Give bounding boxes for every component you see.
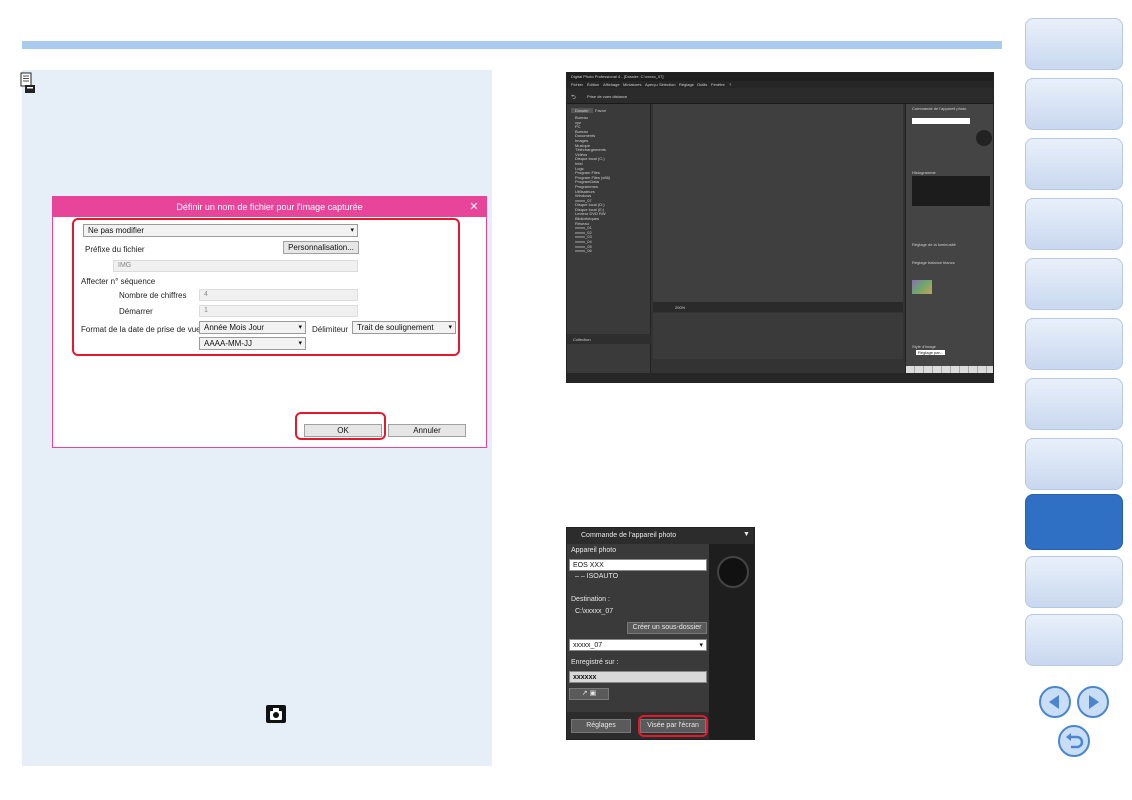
camera-icon [266,705,286,723]
folder-select-value: xxxxx_07 [573,642,603,649]
saved-on-label: Enregistré sur : [571,659,619,666]
folder-select[interactable]: xxxxx_07 ▾ [569,639,707,651]
create-subfolder-button[interactable]: Créer un sous-dossier [627,622,707,634]
color-wheel[interactable] [912,280,932,294]
nav-button-11[interactable] [1025,614,1123,666]
tree-item[interactable]: xxxxx_06 [575,249,649,254]
iso-readout: – – ISOAUTO [575,573,619,580]
folder-panel: Dossier Favori Bureau xyz PC Bureau Document… [567,104,651,382]
toolbar-title: Prise de vues distance [587,94,628,99]
memo-icon [20,72,36,94]
live-view-highlight [638,715,708,737]
chevron-down-icon[interactable]: ▼ [743,531,750,538]
settings-highlight [72,218,460,356]
menu-bar: Fichier Édition Affichage Miniatures Ape… [567,81,993,88]
shutter-button[interactable] [976,130,992,146]
camera-transfer-icon[interactable]: ↗ ▣ [569,688,609,700]
collection-tab[interactable]: Collection [573,337,591,342]
nav-button-4[interactable] [1025,198,1123,250]
tab-folder[interactable]: Dossier [571,108,593,113]
toolbar: ⮌ Prise de vues distance [567,88,993,104]
camera-field[interactable] [912,118,970,124]
title-bar: Digital Photo Professional 4 - [Dossier:… [567,73,993,81]
tool-palette: Commande de l'appareil photo Histogramme… [905,104,993,382]
nav-button-2[interactable] [1025,78,1123,130]
header-rule [22,41,1002,49]
back-icon[interactable]: ⮌ [571,93,576,103]
menu-help[interactable]: ? [729,82,731,87]
settings-button[interactable]: Réglages [571,719,631,733]
folder-tree: Bureau xyz PC Bureau Documents Images Musique T… [575,115,649,254]
panel-title: Commande de l'appareil photo [912,106,967,111]
menu-window[interactable]: Fenêtre [711,82,725,87]
dialog-title: Définir un nom de fichier pour l'image c… [53,197,486,217]
nav-button-5[interactable] [1025,258,1123,310]
cancel-button[interactable]: Annuler [388,424,466,437]
collection-bar: Collection [567,334,651,344]
destination-label: Destination : [571,596,610,603]
camera-label: Appareil photo [571,547,617,554]
nav-button-9-active[interactable] [1025,494,1123,550]
destination-path: C:\xxxxx_07 [575,608,614,615]
panel-header: Commande de l'appareil photo ▼ [567,528,754,544]
chevron-down-icon: ▾ [699,642,703,649]
picture-style-label: Style d'image [912,344,936,349]
histogram-label: Histogramme [912,170,936,175]
close-icon[interactable]: ✕ [462,197,486,217]
dial-area [709,544,754,739]
next-page-icon[interactable] [1077,686,1109,718]
previous-page-icon[interactable] [1039,686,1071,718]
saved-on-select[interactable]: xxxxxx [569,671,707,683]
nav-button-6[interactable] [1025,318,1123,370]
tone-label: Réglage de la luminosité [912,242,956,247]
saved-on-value: xxxxxx [573,674,597,681]
camera-model-field[interactable]: EOS XXX [569,559,707,571]
panel-title: Commande de l'appareil photo [581,532,677,539]
panel-footer: Réglages Visée par l'écran [567,712,709,739]
filename-dialog: Définir un nom de fichier pour l'image c… [52,196,487,448]
camera-control-panel: Commande de l'appareil photo ▼ Appareil … [566,527,755,740]
ok-highlight [295,412,386,440]
menu-thumbnails[interactable]: Miniatures [623,82,641,87]
menu-view[interactable]: Affichage [603,82,620,87]
menu-file[interactable]: Fichier [571,82,583,87]
viewer-toolbar: 200% [653,302,903,312]
zoom-level[interactable]: 200% [675,305,685,310]
filmstrip [653,313,903,359]
white-balance-label: Réglage balance blancs [912,260,955,265]
nav-button-1[interactable] [1025,18,1123,70]
menu-selection[interactable]: Sélection [659,82,675,87]
status-bar [567,373,993,382]
dpp-window-screenshot: Digital Photo Professional 4 - [Dossier:… [566,72,994,383]
shutter-button[interactable] [717,556,749,588]
menu-edit[interactable]: Édition [587,82,599,87]
thumbnail-area [653,104,903,302]
nav-button-3[interactable] [1025,138,1123,190]
menu-tools[interactable]: Outils [697,82,707,87]
tab-favorites[interactable]: Favori [595,108,606,113]
picture-style-value[interactable]: Réglage par... [916,350,945,355]
nav-button-8[interactable] [1025,438,1123,490]
nav-button-10[interactable] [1025,556,1123,608]
window-title: Digital Photo Professional 4 - [Dossier:… [571,74,664,79]
return-icon[interactable] [1058,725,1090,757]
menu-preview[interactable]: Aperçu [645,82,658,87]
menu-adjustment[interactable]: Réglage [679,82,694,87]
histogram [912,176,990,206]
nav-button-7[interactable] [1025,378,1123,430]
